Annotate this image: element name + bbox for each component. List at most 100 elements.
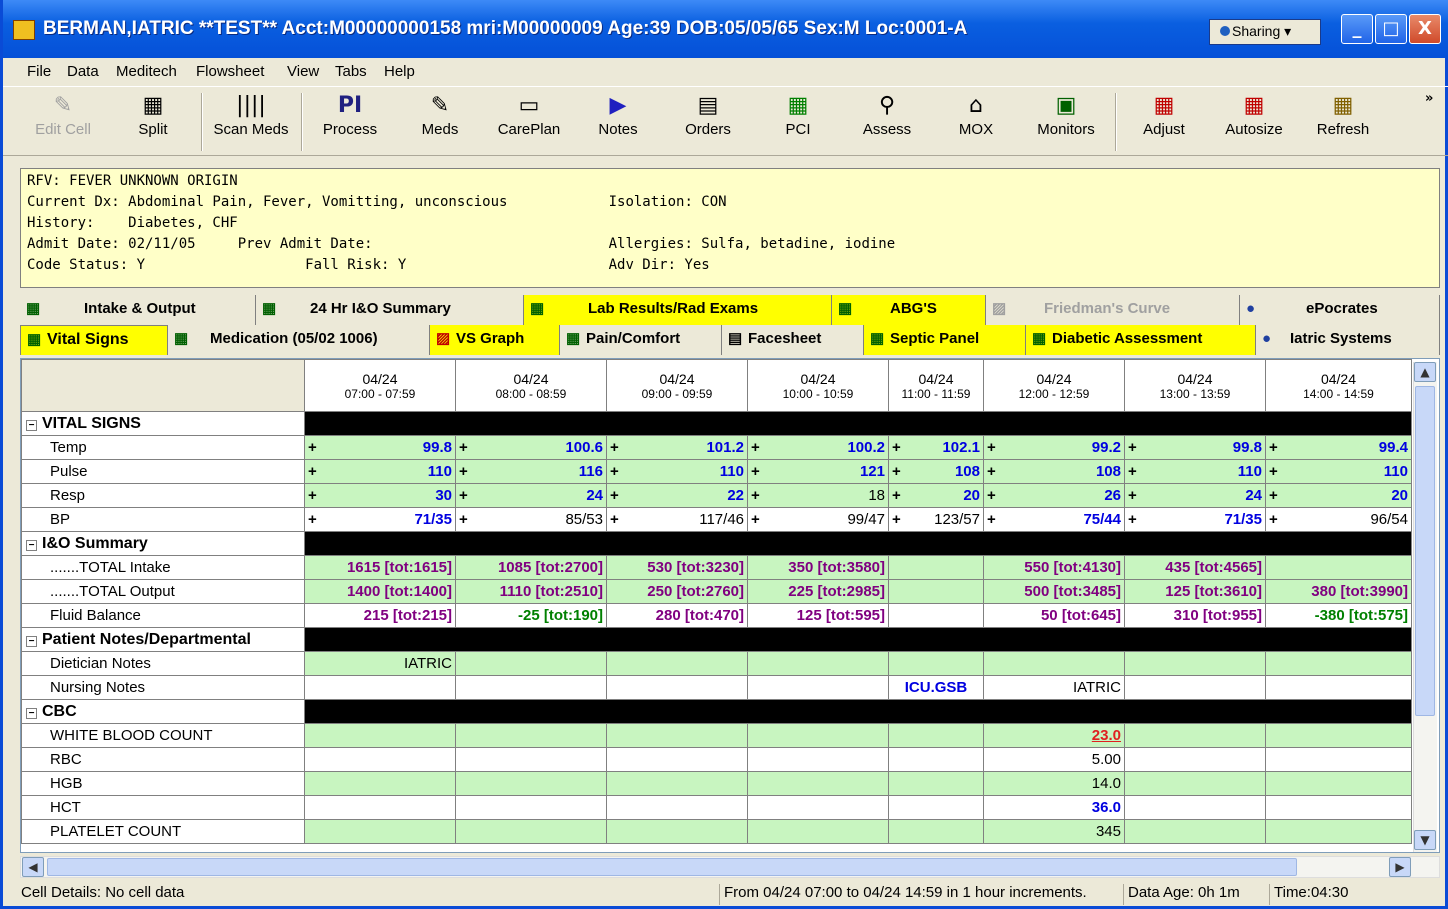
table-cell[interactable] (606, 795, 748, 820)
table-cell[interactable]: +99.2 (983, 435, 1125, 460)
table-cell[interactable]: +108 (888, 459, 984, 484)
collapse-icon[interactable]: − (26, 419, 37, 431)
tab-lab-results[interactable]: ▦ Lab Results/Rad Exams (524, 295, 832, 325)
tab-epocrates[interactable]: ● ePocrates (1240, 295, 1440, 325)
collapse-icon[interactable]: − (26, 635, 37, 647)
careplan-button[interactable]: ▭ CarePlan (489, 91, 569, 153)
table-cell[interactable] (606, 675, 748, 700)
table-cell[interactable]: 225 [tot:2985] (747, 579, 889, 604)
table-cell[interactable] (455, 795, 607, 820)
table-cell[interactable]: 1110 [tot:2510] (455, 579, 607, 604)
table-cell[interactable] (1124, 771, 1266, 796)
table-cell[interactable] (888, 795, 984, 820)
tab-pain-comfort[interactable]: ▦ Pain/Comfort (560, 325, 722, 355)
table-cell[interactable] (888, 603, 984, 628)
table-cell[interactable] (606, 771, 748, 796)
table-cell[interactable]: +117/46 (606, 507, 748, 532)
table-cell[interactable]: +22 (606, 483, 748, 508)
table-cell[interactable] (888, 651, 984, 676)
tab-friedmans-curve[interactable]: ▨ Friedman's Curve (986, 295, 1240, 325)
table-cell[interactable]: 1400 [tot:1400] (304, 579, 456, 604)
table-cell[interactable] (747, 723, 889, 748)
table-cell[interactable]: +110 (304, 459, 456, 484)
table-cell[interactable] (606, 651, 748, 676)
table-cell[interactable] (1265, 771, 1412, 796)
table-cell[interactable] (888, 747, 984, 772)
refresh-button[interactable]: ▦ Refresh (1303, 91, 1383, 153)
table-cell[interactable]: 500 [tot:3485] (983, 579, 1125, 604)
table-cell[interactable]: -25 [tot:190] (455, 603, 607, 628)
table-cell[interactable]: -380 [tot:575] (1265, 603, 1412, 628)
notes-button[interactable]: ▶ Notes (578, 91, 658, 153)
table-cell[interactable] (1265, 555, 1412, 580)
table-cell[interactable]: IATRIC (304, 651, 456, 676)
table-cell[interactable] (888, 771, 984, 796)
column-header[interactable]: 04/24 09:00 - 09:59 (606, 359, 748, 412)
menu-tabs[interactable]: Tabs (335, 63, 367, 80)
monitors-button[interactable]: ▣ Monitors (1026, 91, 1106, 153)
close-button[interactable]: X (1409, 14, 1441, 44)
table-cell[interactable] (1124, 819, 1266, 844)
table-cell[interactable] (1265, 819, 1412, 844)
menu-data[interactable]: Data (67, 63, 99, 80)
menu-meditech[interactable]: Meditech (116, 63, 177, 80)
table-cell[interactable] (1265, 651, 1412, 676)
table-cell[interactable]: 250 [tot:2760] (606, 579, 748, 604)
table-cell[interactable]: +100.2 (747, 435, 889, 460)
table-cell[interactable] (455, 771, 607, 796)
column-header[interactable]: 04/24 14:00 - 14:59 (1265, 359, 1412, 412)
menu-help[interactable]: Help (384, 63, 415, 80)
table-cell[interactable] (747, 651, 889, 676)
tab-iatric-systems[interactable]: ● Iatric Systems (1256, 325, 1440, 355)
table-cell[interactable] (1124, 723, 1266, 748)
table-cell[interactable] (1265, 795, 1412, 820)
tab-abgs[interactable]: ▦ ABG'S (832, 295, 986, 325)
column-header[interactable]: 04/24 07:00 - 07:59 (304, 359, 456, 412)
section-header[interactable]: − Patient Notes/Departmental (21, 627, 305, 652)
table-cell[interactable]: +116 (455, 459, 607, 484)
table-cell[interactable]: +20 (888, 483, 984, 508)
table-cell[interactable]: +121 (747, 459, 889, 484)
column-header[interactable]: 04/24 11:00 - 11:59 (888, 359, 984, 412)
table-cell[interactable]: +110 (1265, 459, 1412, 484)
column-header[interactable]: 04/24 12:00 - 12:59 (983, 359, 1125, 412)
tab-vs-graph[interactable]: ▨ VS Graph (430, 325, 560, 355)
section-header[interactable]: − I&O Summary (21, 531, 305, 556)
table-cell[interactable]: +101.2 (606, 435, 748, 460)
horizontal-scrollbar[interactable]: ◀ ▶ (20, 856, 1440, 878)
table-cell[interactable] (455, 675, 607, 700)
column-header[interactable]: 04/24 13:00 - 13:59 (1124, 359, 1266, 412)
column-header[interactable]: 04/24 08:00 - 08:59 (455, 359, 607, 412)
scroll-up-button[interactable]: ▲ (1414, 362, 1436, 382)
table-cell[interactable] (304, 747, 456, 772)
tab-vital-signs[interactable]: ▦ Vital Signs (20, 325, 168, 355)
menu-file[interactable]: File (27, 63, 51, 80)
table-cell[interactable]: 1085 [tot:2700] (455, 555, 607, 580)
table-cell[interactable] (1124, 651, 1266, 676)
table-cell[interactable] (1265, 675, 1412, 700)
table-cell[interactable] (1124, 795, 1266, 820)
vertical-scroll-thumb[interactable] (1415, 386, 1435, 716)
table-cell[interactable] (747, 747, 889, 772)
table-cell[interactable] (455, 723, 607, 748)
vertical-scrollbar[interactable]: ▲ ▼ (1413, 362, 1437, 852)
sharing-dropdown[interactable]: Sharing ▾ (1209, 19, 1321, 45)
table-cell[interactable] (888, 723, 984, 748)
table-cell[interactable] (304, 819, 456, 844)
table-cell[interactable] (1265, 747, 1412, 772)
table-cell[interactable]: 50 [tot:645] (983, 603, 1125, 628)
menu-view[interactable]: View (287, 63, 319, 80)
table-cell[interactable] (983, 651, 1125, 676)
table-cell[interactable] (888, 819, 984, 844)
table-cell[interactable]: 23.0 (983, 723, 1125, 748)
collapse-icon[interactable]: − (26, 707, 37, 719)
scroll-right-button[interactable]: ▶ (1389, 857, 1411, 877)
tab-intake-output[interactable]: ▦ Intake & Output (20, 295, 256, 325)
table-cell[interactable] (455, 819, 607, 844)
table-cell[interactable]: +110 (1124, 459, 1266, 484)
table-cell[interactable]: +99.8 (1124, 435, 1266, 460)
table-cell[interactable]: +108 (983, 459, 1125, 484)
table-cell[interactable]: IATRIC (983, 675, 1125, 700)
column-header[interactable]: 04/24 10:00 - 10:59 (747, 359, 889, 412)
scroll-left-button[interactable]: ◀ (22, 857, 44, 877)
